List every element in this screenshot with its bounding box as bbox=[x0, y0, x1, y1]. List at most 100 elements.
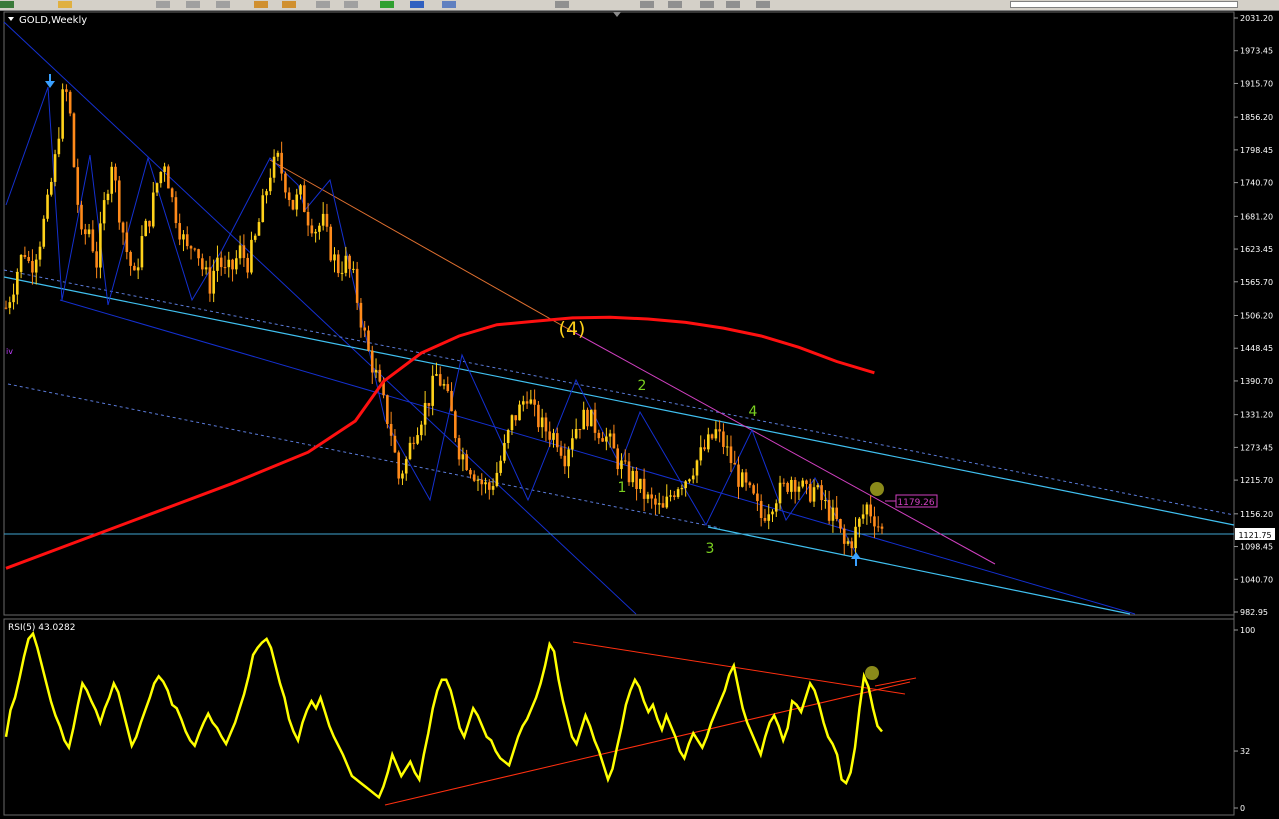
candle-body bbox=[129, 252, 132, 266]
candle-body bbox=[4, 307, 8, 309]
candle-body bbox=[133, 265, 136, 271]
candle-body bbox=[269, 177, 272, 192]
candle-body bbox=[759, 501, 763, 518]
candle-body bbox=[601, 438, 604, 442]
candle-body bbox=[374, 369, 378, 373]
resistance-line-magenta bbox=[569, 329, 996, 565]
candle-body bbox=[321, 213, 325, 226]
candle-body bbox=[842, 528, 846, 544]
candle-body bbox=[763, 517, 767, 521]
candle-body bbox=[280, 152, 283, 174]
chart-title: GOLD,Weekly bbox=[19, 15, 87, 26]
rsi-tick-label: 0 bbox=[1240, 804, 1245, 813]
candle-body bbox=[231, 259, 234, 270]
price-tick-label: 1798.45 bbox=[1240, 146, 1273, 155]
wave-label-4: 4 bbox=[749, 404, 758, 420]
price-tick-label: 1390.70 bbox=[1240, 377, 1273, 386]
candle-body bbox=[691, 475, 695, 480]
candle-body bbox=[310, 225, 314, 234]
candle-body bbox=[774, 503, 778, 512]
candle-body bbox=[299, 185, 302, 195]
candle-body bbox=[57, 138, 61, 155]
candle-body bbox=[416, 435, 419, 444]
candle-body bbox=[824, 500, 827, 502]
candle-body bbox=[756, 493, 759, 502]
candle-body bbox=[408, 442, 412, 460]
price-tick-label: 2031.20 bbox=[1240, 14, 1273, 23]
candle-body bbox=[61, 89, 64, 139]
candle-body bbox=[144, 220, 148, 237]
wave-label-2: 2 bbox=[638, 378, 647, 394]
candle-body bbox=[159, 171, 163, 184]
candle-body bbox=[189, 246, 193, 249]
cyan-lower-channel bbox=[707, 526, 1131, 615]
candle-body bbox=[76, 167, 80, 205]
signal-dot bbox=[870, 482, 884, 496]
candle-body bbox=[537, 404, 540, 428]
candle-body bbox=[68, 91, 72, 114]
candle-body bbox=[185, 234, 189, 247]
candle-body bbox=[669, 495, 672, 497]
candle-body bbox=[593, 409, 597, 433]
candle-body bbox=[95, 251, 98, 268]
candle-body bbox=[163, 166, 166, 172]
candle-body bbox=[265, 191, 268, 196]
scroll-marker-icon[interactable] bbox=[613, 12, 621, 17]
chart-canvas: GOLD,Weekly 2031.20 1973.45 1915.70 1856.20… bbox=[3, 11, 1275, 816]
candle-body bbox=[722, 431, 725, 447]
candle-body bbox=[695, 460, 699, 476]
left-wave-marker: iv bbox=[6, 347, 13, 356]
candle-body bbox=[571, 438, 574, 450]
candle-body bbox=[544, 417, 548, 432]
candle-body bbox=[472, 474, 476, 481]
lower-dashed-channel bbox=[7, 383, 721, 529]
price-tick-label: 1156.20 bbox=[1240, 510, 1273, 519]
candle-body bbox=[846, 541, 850, 544]
candle-body bbox=[65, 89, 68, 92]
candle-body bbox=[121, 222, 125, 233]
candle-body bbox=[329, 226, 333, 261]
candle-body bbox=[50, 181, 53, 195]
candle-body bbox=[427, 402, 431, 406]
upper-dashed-channel bbox=[3, 269, 1235, 516]
candle-body bbox=[167, 166, 170, 189]
candle-body bbox=[435, 374, 438, 376]
candle-body bbox=[431, 375, 434, 406]
candle-body bbox=[480, 479, 484, 485]
candle-body bbox=[729, 446, 733, 464]
price-tick-label: 1506.20 bbox=[1240, 311, 1273, 320]
candle-body bbox=[295, 194, 299, 210]
candle-body bbox=[238, 245, 242, 259]
candle-body bbox=[574, 429, 578, 439]
candle-body bbox=[450, 391, 453, 412]
candle-body bbox=[491, 486, 495, 490]
candle-body bbox=[839, 518, 842, 529]
candle-body bbox=[684, 481, 687, 489]
candle-body bbox=[80, 204, 83, 230]
candle-body bbox=[83, 229, 87, 235]
candle-body bbox=[182, 234, 185, 240]
outer-channel-line bbox=[3, 21, 637, 615]
candle-body bbox=[740, 472, 744, 487]
candle-body bbox=[31, 260, 34, 273]
candle-body bbox=[8, 302, 12, 308]
candle-body bbox=[861, 514, 865, 519]
candle-body bbox=[204, 267, 208, 270]
candle-body bbox=[34, 259, 38, 273]
candle-body bbox=[276, 152, 280, 157]
candle-body bbox=[710, 434, 714, 439]
candle-body bbox=[627, 461, 631, 483]
candle-body bbox=[589, 409, 593, 427]
candle-body bbox=[873, 516, 876, 527]
chart-menu-icon[interactable] bbox=[8, 17, 14, 21]
candle-body bbox=[605, 436, 608, 442]
candle-body bbox=[284, 173, 287, 193]
candle-body bbox=[42, 218, 46, 247]
candle-body bbox=[778, 482, 782, 504]
candle-body bbox=[752, 485, 755, 494]
candle-body bbox=[642, 478, 646, 499]
candle-body bbox=[688, 479, 691, 482]
candle-body bbox=[665, 496, 669, 508]
candle-body bbox=[246, 257, 249, 273]
candle-body bbox=[136, 267, 140, 271]
